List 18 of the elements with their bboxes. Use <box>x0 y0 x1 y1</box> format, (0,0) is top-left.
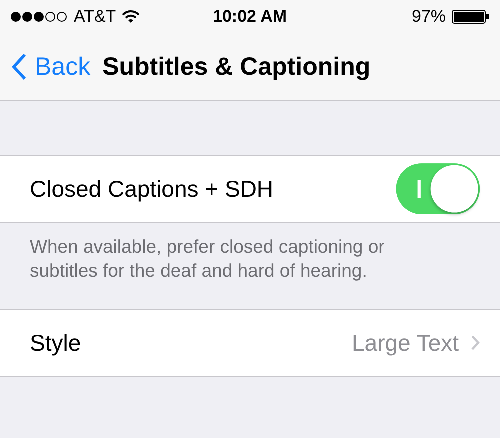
battery-percent: 97% <box>412 7 446 27</box>
wifi-icon <box>122 10 140 24</box>
signal-icon <box>10 11 68 23</box>
chevron-left-icon <box>12 53 27 81</box>
on-mark-icon <box>418 180 421 198</box>
toggle-switch[interactable] <box>396 164 480 214</box>
carrier-name: AT&T <box>74 7 116 27</box>
row-label: Closed Captions + SDH <box>30 176 275 202</box>
back-button[interactable]: Back <box>12 52 91 82</box>
switch-knob <box>430 165 478 213</box>
page-title: Subtitles & Captioning <box>102 52 371 82</box>
row-value: Large Text <box>352 330 459 356</box>
settings-row[interactable]: Style Large Text <box>0 309 500 377</box>
status-time: 10:02 AM <box>213 7 288 27</box>
row-label: Style <box>30 330 82 356</box>
chevron-right-icon <box>471 335 480 351</box>
footer-note: When available, prefer closed captioning or subtitles for the deaf and hard of hearing. <box>29 235 386 283</box>
battery-icon <box>452 10 490 24</box>
